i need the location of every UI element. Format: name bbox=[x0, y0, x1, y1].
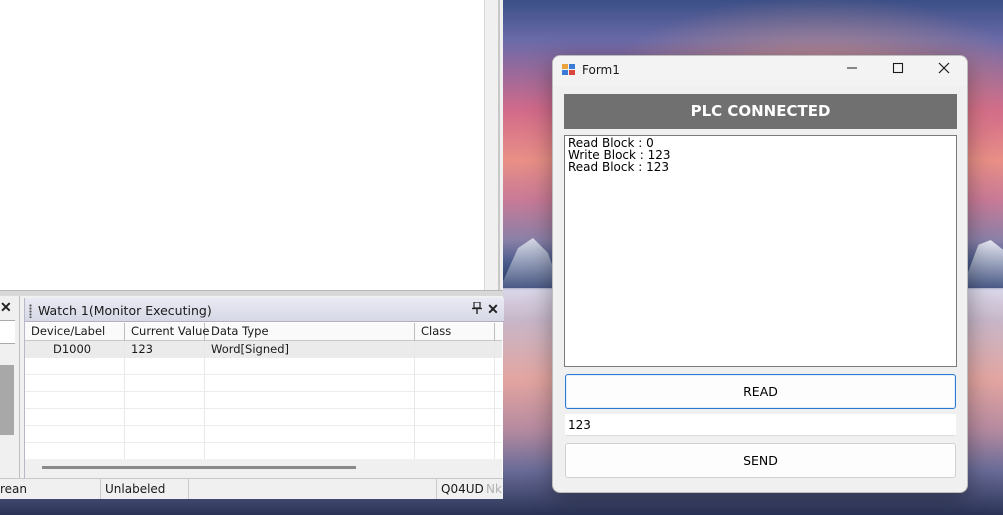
column-header-device[interactable]: Device/Label bbox=[25, 323, 125, 341]
log-textbox[interactable]: Read Block : 0 Write Block : 123 Read Bl… bbox=[564, 135, 957, 367]
column-header-data-type[interactable]: Data Type bbox=[205, 323, 415, 341]
log-line: Read Block : 123 bbox=[568, 160, 669, 174]
table-row-empty[interactable] bbox=[25, 392, 502, 409]
table-row-empty[interactable] bbox=[25, 426, 502, 443]
editor-area[interactable] bbox=[0, 0, 484, 290]
pin-icon[interactable] bbox=[471, 301, 483, 316]
drag-grip-icon[interactable] bbox=[29, 304, 32, 318]
close-icon[interactable]: ✕ bbox=[486, 301, 500, 317]
value-input[interactable] bbox=[565, 414, 956, 436]
status-language: rean bbox=[0, 479, 101, 499]
scrollbar-thumb[interactable] bbox=[42, 466, 356, 469]
ide-statusbar: rean Unlabeled Q04UD Nk bbox=[0, 478, 503, 499]
watch-panel-title: Watch 1(Monitor Executing) bbox=[38, 303, 212, 318]
minimize-icon bbox=[847, 67, 857, 69]
table-row-empty[interactable] bbox=[25, 358, 502, 375]
close-icon bbox=[938, 62, 950, 74]
window-title: Form1 bbox=[582, 63, 620, 77]
close-button[interactable] bbox=[921, 56, 967, 86]
watch-grid: Device/Label Current Value Data Type Cla… bbox=[25, 323, 502, 460]
form1-window: Form1 PLC CONNECTED Read Block : 0 Write… bbox=[552, 55, 968, 493]
watch-panel-titlebar[interactable]: Watch 1(Monitor Executing) ✕ bbox=[25, 298, 504, 322]
maximize-icon bbox=[892, 62, 904, 74]
column-header-class[interactable]: Class bbox=[415, 323, 495, 341]
status-extra: Nk bbox=[486, 482, 502, 496]
maximize-button[interactable] bbox=[875, 56, 921, 86]
watch-horizontal-scrollbar[interactable] bbox=[25, 459, 502, 478]
pane-splitter[interactable] bbox=[0, 290, 503, 296]
minimize-button[interactable] bbox=[829, 56, 875, 86]
read-button[interactable]: READ bbox=[565, 374, 956, 409]
form-app-icon bbox=[562, 64, 576, 76]
close-icon[interactable]: ✕ bbox=[0, 300, 14, 314]
left-pane-scroll-block bbox=[0, 365, 14, 435]
scrollbar-thumb[interactable] bbox=[498, 0, 500, 290]
cell-class[interactable] bbox=[415, 341, 495, 358]
window-titlebar[interactable]: Form1 bbox=[553, 56, 967, 86]
left-pane-header bbox=[0, 320, 15, 344]
cell-data-type[interactable]: Word[Signed] bbox=[205, 341, 415, 358]
watch-panel: Watch 1(Monitor Executing) ✕ Device/Labe… bbox=[24, 298, 504, 478]
status-cpu: Q04UD bbox=[441, 482, 484, 496]
table-row-empty[interactable] bbox=[25, 443, 502, 460]
table-row-empty[interactable] bbox=[25, 409, 502, 426]
status-empty-segment bbox=[189, 479, 437, 499]
table-row-empty[interactable] bbox=[25, 375, 502, 392]
column-header-current-value[interactable]: Current Value bbox=[125, 323, 209, 341]
cell-current-value[interactable]: 123 bbox=[125, 341, 205, 358]
ide-window: ✕ Watch 1(Monitor Executing) ✕ Device/La… bbox=[0, 0, 504, 499]
plc-status-banner: PLC CONNECTED bbox=[564, 94, 957, 129]
watch-grid-header: Device/Label Current Value Data Type Cla… bbox=[25, 323, 502, 341]
send-button[interactable]: SEND bbox=[565, 443, 956, 478]
table-row[interactable]: D1000 123 Word[Signed] bbox=[25, 341, 502, 358]
status-label-mode: Unlabeled bbox=[101, 479, 189, 499]
editor-vertical-scrollbar[interactable] bbox=[484, 0, 503, 290]
cell-device[interactable]: D1000 bbox=[25, 341, 125, 358]
